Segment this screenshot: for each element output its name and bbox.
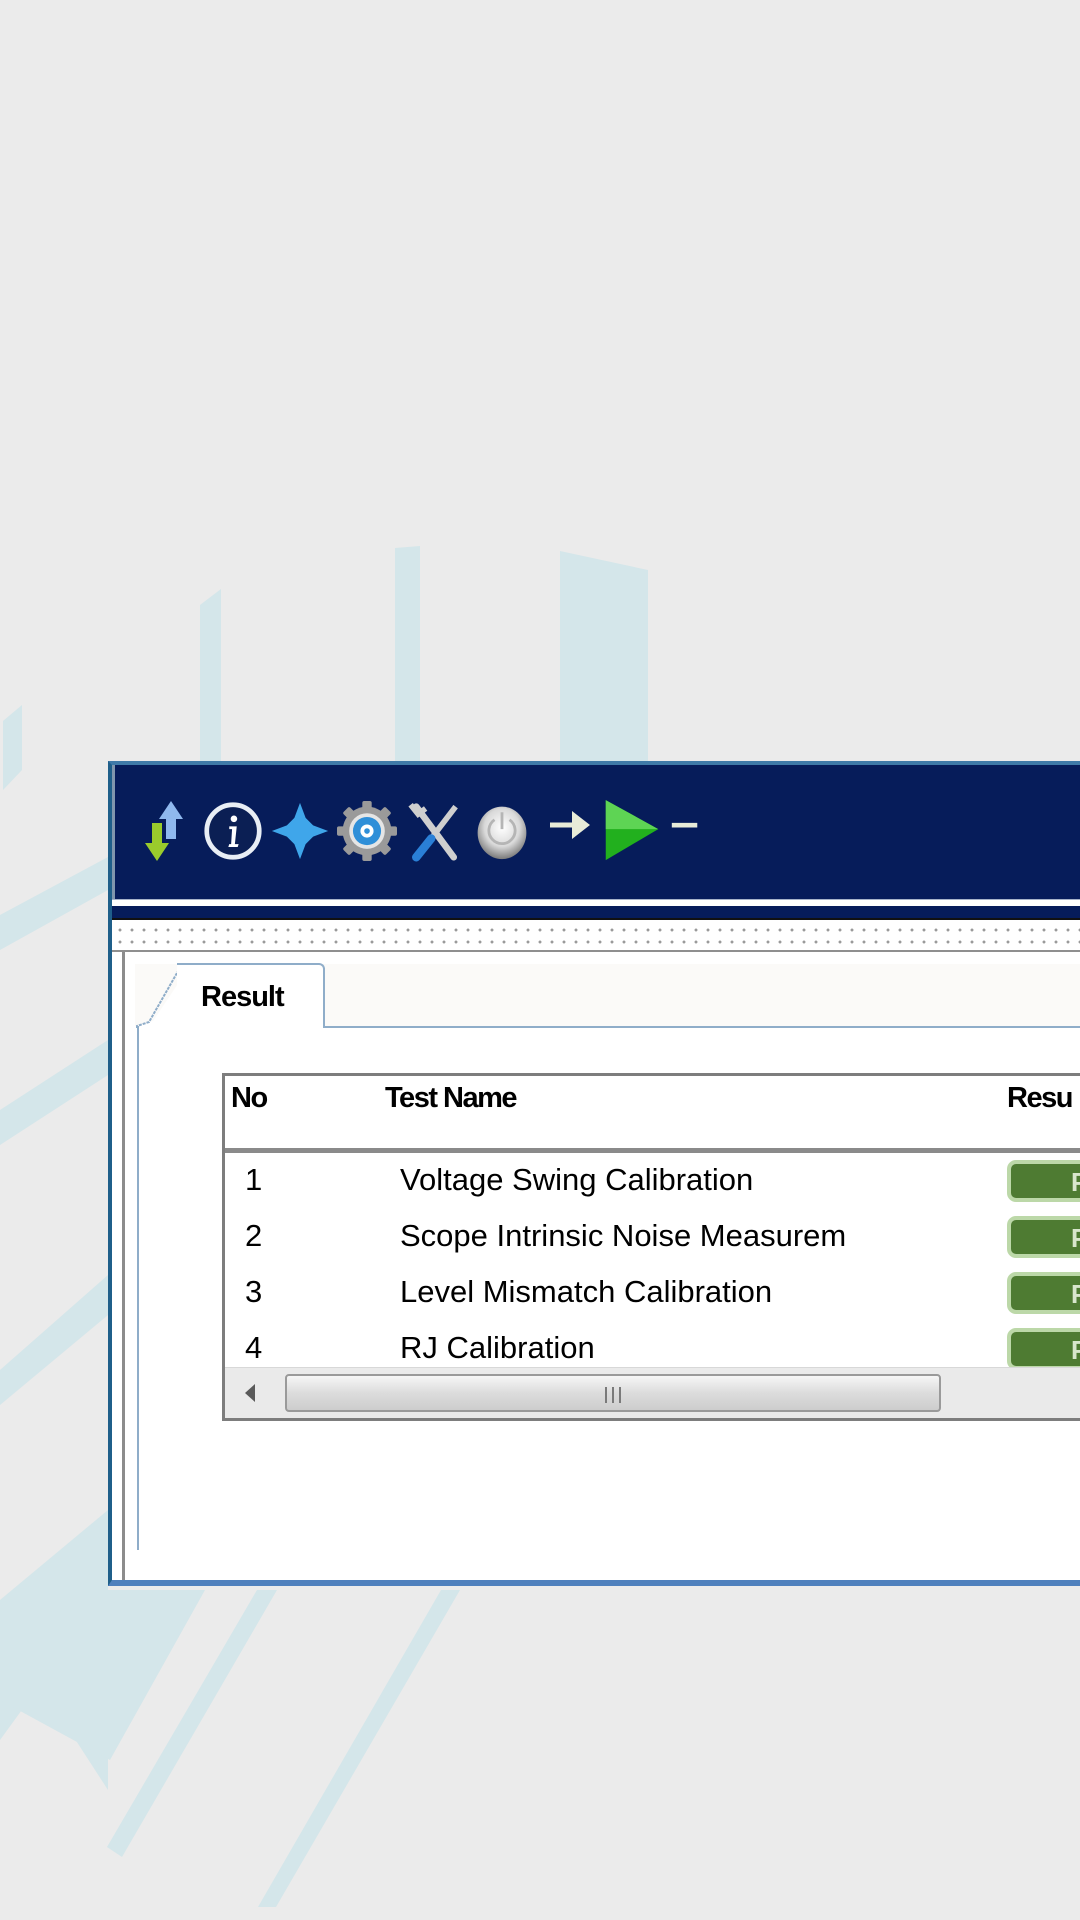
result-panel: Result No Test Name Resu 1 Voltage Swing… [122,952,1080,1580]
settings-button[interactable] [337,799,397,863]
arrow-right-icon [550,811,590,839]
cell-test-name: Voltage Swing Calibration [400,1162,754,1197]
column-header-no[interactable]: No [231,1082,268,1115]
table-row[interactable]: 1 Voltage Swing Calibration P [225,1156,1080,1212]
bg-bar [395,546,420,770]
cell-no: 3 [245,1274,263,1309]
tab-underline [323,1026,1080,1028]
table-row[interactable]: 2 Scope Intrinsic Noise Measurem P [225,1212,1080,1268]
cell-no: 4 [245,1330,263,1365]
table-row[interactable]: 3 Level Mismatch Calibration P [225,1268,1080,1324]
column-header-result[interactable]: Resu [1007,1082,1073,1115]
tools-button[interactable] [405,799,465,863]
cell-no: 2 [245,1218,263,1253]
bg-stripe [0,1040,108,1145]
power-button[interactable] [472,799,532,863]
power-icon [477,806,527,860]
bg-bar [560,551,648,770]
move-button[interactable] [270,799,330,863]
bg-stripe [258,1590,460,1907]
tools-icon [408,802,458,862]
arrow-right-icon [671,822,698,828]
result-badge: P [1007,1160,1080,1202]
tab-result[interactable]: Result [177,963,325,1028]
swap-arrows-button[interactable] [135,799,195,863]
toolbar-bottom-band [112,906,1080,920]
step-button[interactable] [540,795,600,859]
result-badge-text: P [1071,1335,1080,1366]
info-button[interactable] [203,799,263,863]
cell-no: 1 [245,1162,263,1197]
run-button[interactable] [602,799,662,863]
scroll-left-arrow-icon[interactable] [241,1378,259,1408]
result-badge-text: P [1071,1279,1080,1310]
tab-result-label: Result [201,981,285,1013]
result-list[interactable]: No Test Name Resu 1 Voltage Swing Calibr… [222,1073,1080,1421]
gear-icon [337,801,397,861]
info-icon [204,802,262,860]
cell-test-name: RJ Calibration [400,1330,595,1365]
column-header-test-name[interactable]: Test Name [385,1082,518,1115]
list-header: No Test Name Resu [225,1076,1080,1153]
play-icon [605,800,659,861]
scroll-thumb[interactable] [285,1374,941,1412]
tab-panel-border [137,1026,139,1550]
swap-arrows-icon [145,801,183,861]
result-badge: P [1007,1328,1080,1370]
bg-bar [3,705,22,790]
bg-bar [200,589,221,770]
result-badge: P [1007,1216,1080,1258]
result-badge-text: P [1071,1167,1080,1198]
app-window: Result No Test Name Resu 1 Voltage Swing… [108,761,1080,1586]
scroll-grip-icon [605,1387,621,1403]
splitter-grip[interactable] [112,922,1080,952]
result-badge: P [1007,1272,1080,1314]
cell-test-name: Level Mismatch Calibration [400,1274,773,1309]
move-icon [271,802,329,860]
next-button[interactable] [670,795,710,859]
bg-stripe [0,1275,108,1405]
horizontal-scrollbar[interactable] [225,1367,1080,1418]
cell-test-name: Scope Intrinsic Noise Measurem [400,1218,847,1253]
bg-stripe [0,857,108,950]
result-badge-text: P [1071,1223,1080,1254]
toolbar [112,765,1080,899]
